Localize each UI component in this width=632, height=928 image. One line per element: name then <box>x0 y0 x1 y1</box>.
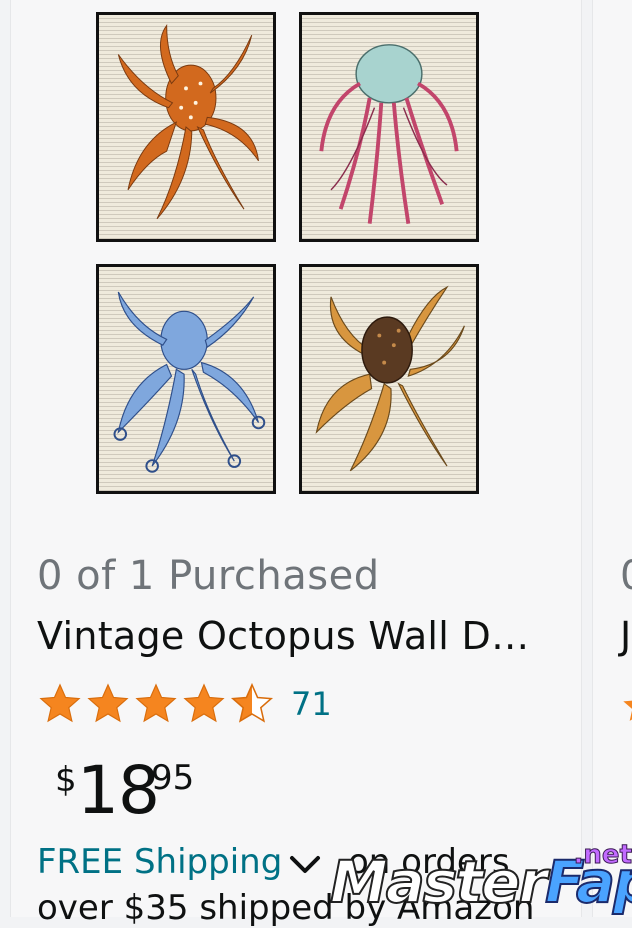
star-full-icon <box>135 683 177 723</box>
rating-row[interactable]: 71 <box>37 682 332 726</box>
watermark-logo: MasterFap .net <box>329 840 632 918</box>
brown-octopus-print <box>299 264 479 494</box>
star-full-icon <box>87 683 129 723</box>
price-currency: $ <box>55 760 77 800</box>
purchased-status: 0 of 1 Purchased <box>37 553 380 599</box>
watermark-suffix: .net <box>573 840 632 871</box>
free-shipping-link[interactable]: FREE Shipping <box>37 842 282 882</box>
chevron-down-icon[interactable] <box>288 853 322 877</box>
next-card-purchased-status: 0 <box>620 553 632 599</box>
star-rating <box>37 681 277 727</box>
star-full-icon <box>39 683 81 723</box>
price-fraction: 95 <box>151 758 195 798</box>
star-full-icon <box>183 683 225 723</box>
pink-jellyfish-print <box>299 12 479 242</box>
orange-octopus-print <box>96 12 276 242</box>
review-count-link[interactable]: 71 <box>291 685 332 723</box>
next-product-card[interactable] <box>592 0 632 917</box>
product-title[interactable]: Vintage Octopus Wall D… <box>37 614 537 658</box>
product-image[interactable] <box>96 12 482 496</box>
price-whole: 18 <box>77 752 160 829</box>
blue-octopus-print <box>96 264 276 494</box>
next-card-title[interactable]: J <box>620 614 631 658</box>
star-full-icon <box>623 700 632 721</box>
star-half-icon <box>230 682 274 723</box>
